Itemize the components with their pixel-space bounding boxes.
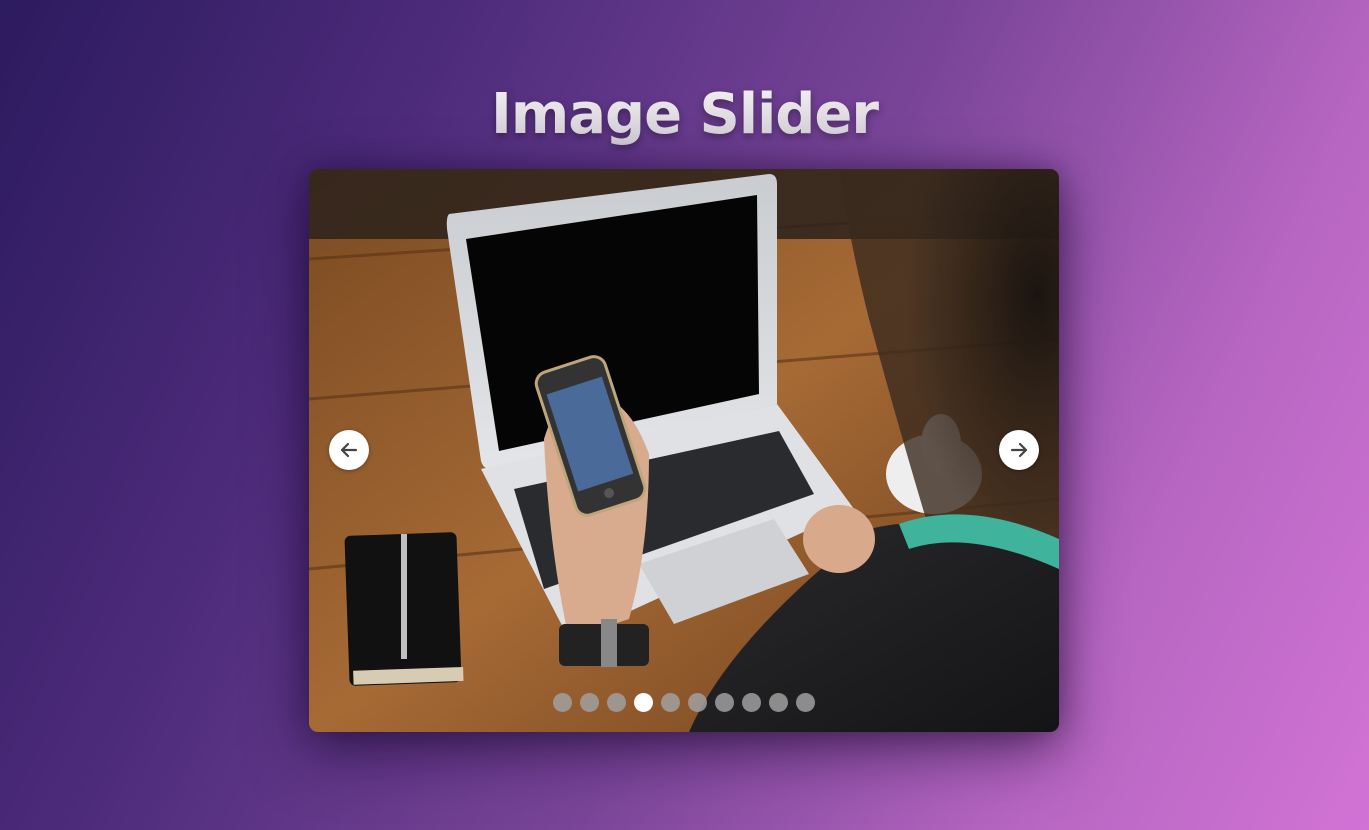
slide-dot[interactable]	[607, 693, 626, 712]
slide-dot[interactable]	[742, 693, 761, 712]
prev-slide-button[interactable]	[329, 430, 369, 470]
arrow-left-icon	[340, 442, 358, 458]
slide-dot[interactable]	[661, 693, 680, 712]
next-slide-button[interactable]	[999, 430, 1039, 470]
arrow-right-icon	[1010, 442, 1028, 458]
slide-image	[309, 169, 1059, 732]
slide-dot[interactable]	[715, 693, 734, 712]
image-slider	[309, 169, 1059, 732]
slide-dot[interactable]	[580, 693, 599, 712]
slide-dot[interactable]	[769, 693, 788, 712]
page-title: Image Slider	[0, 82, 1369, 147]
slide-dot[interactable]	[796, 693, 815, 712]
slide-dot-active[interactable]	[634, 693, 653, 712]
slide-dot[interactable]	[553, 693, 572, 712]
slide-dot[interactable]	[688, 693, 707, 712]
slide-indicators	[309, 693, 1059, 712]
